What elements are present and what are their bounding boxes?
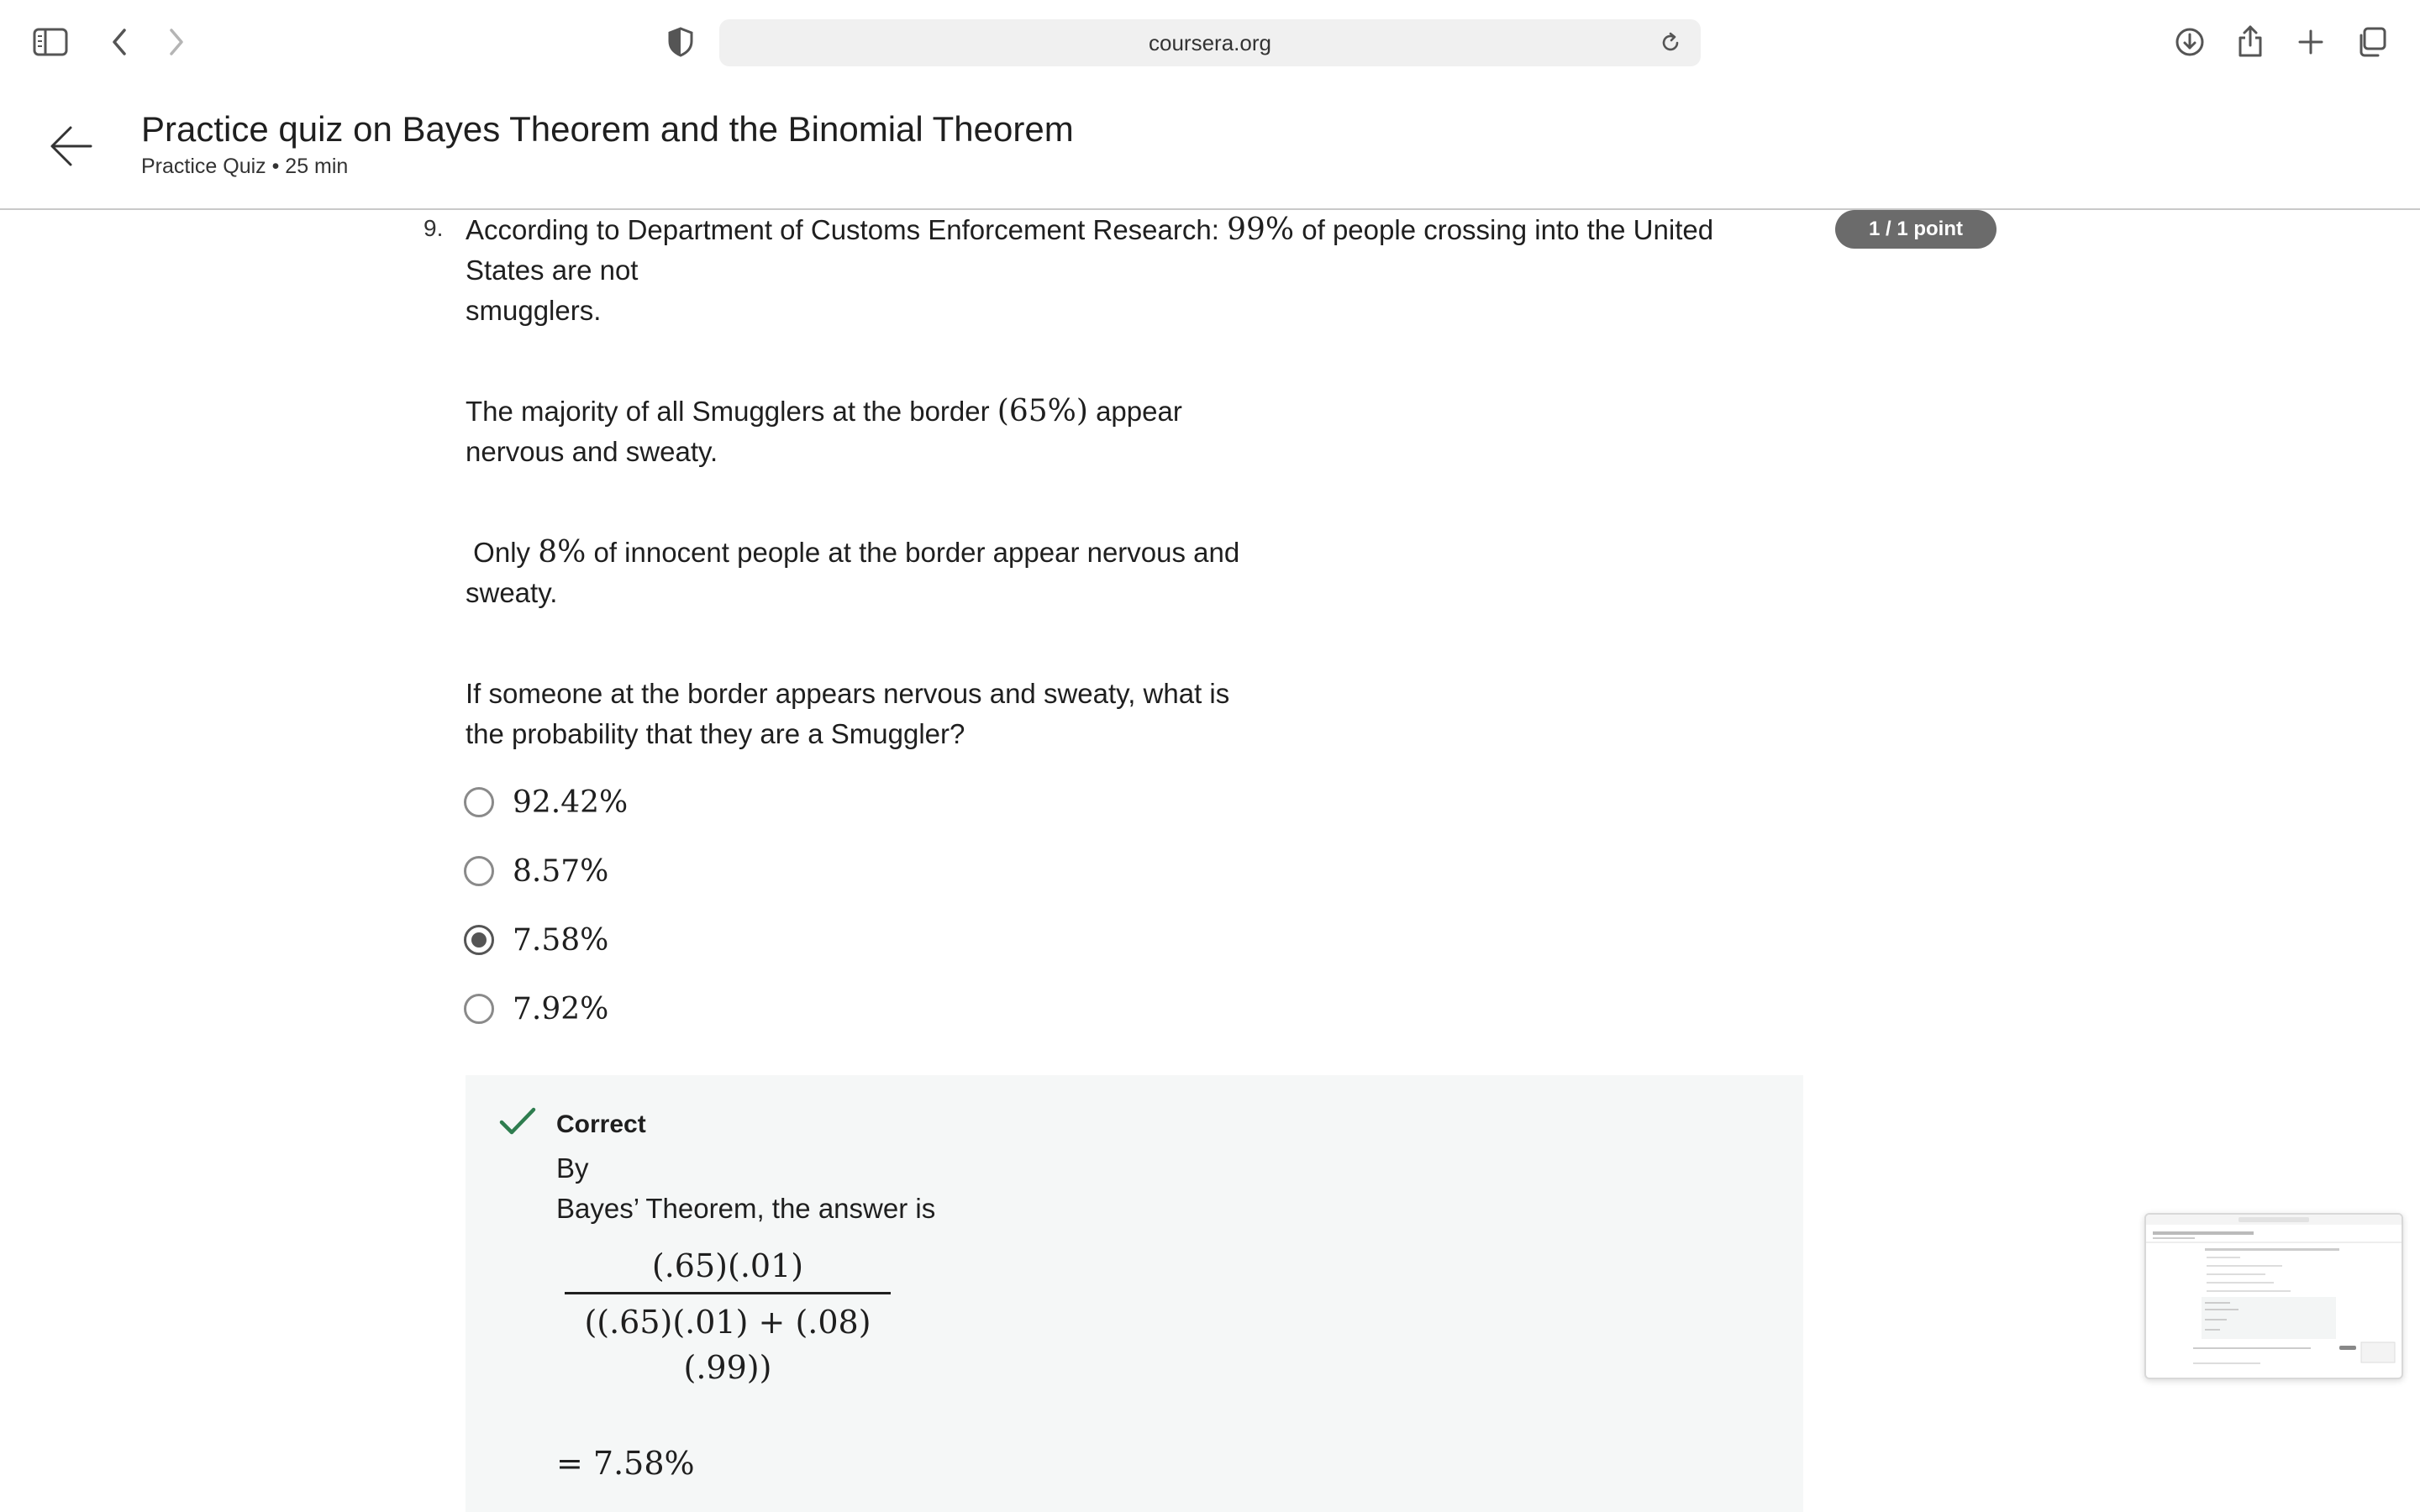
thumbnail-preview xyxy=(2146,1215,2402,1364)
paragraph-line: nervous and sweaty. xyxy=(466,436,718,467)
feedback-result: = 7.58% xyxy=(556,1445,695,1482)
downloads-button[interactable] xyxy=(2171,24,2208,60)
paragraph-line: If someone at the border appears nervous… xyxy=(466,678,1230,709)
option-label: 7.92% xyxy=(513,991,609,1026)
paragraph-line: the probability that they are a Smuggler… xyxy=(466,718,965,749)
address-bar[interactable]: coursera.org xyxy=(719,19,1701,66)
sidebar-toggle-button[interactable] xyxy=(30,24,71,60)
new-tab-button[interactable] xyxy=(2292,24,2329,60)
question-paragraph-2: The majority of all Smugglers at the bor… xyxy=(466,391,1182,472)
fraction-numerator: (.65)(.01) xyxy=(651,1247,804,1284)
radio-button[interactable] xyxy=(464,994,494,1024)
fraction-bar xyxy=(565,1292,891,1294)
feedback-panel: Correct By Bayes’ Theorem, the answer is… xyxy=(466,1075,1803,1512)
math-value: (65%) xyxy=(997,394,1088,428)
sidebar-icon xyxy=(33,28,68,56)
paragraph-line: Only 8% of innocent people at the border… xyxy=(466,533,1239,573)
page-title: Practice quiz on Bayes Theorem and the B… xyxy=(141,109,1074,149)
answer-option[interactable]: 7.58% xyxy=(464,921,608,959)
option-label: 92.42% xyxy=(513,785,629,820)
score-badge: 1 / 1 point xyxy=(1835,210,1996,249)
option-label: 8.57% xyxy=(513,853,609,889)
radio-button[interactable] xyxy=(464,856,494,886)
download-icon xyxy=(2175,28,2204,56)
window-thumbnail[interactable] xyxy=(2144,1213,2403,1379)
question-prompt: If someone at the border appears nervous… xyxy=(466,674,1229,754)
reload-icon[interactable] xyxy=(1659,31,1682,55)
quiz-content: 9. 1 / 1 point According to Department o… xyxy=(0,210,2420,1512)
text-span: of people crossing into the United xyxy=(1294,214,1714,245)
math-value: 8% xyxy=(538,535,587,570)
tab-overview-button[interactable] xyxy=(2353,24,2390,60)
course-header: Practice quiz on Bayes Theorem and the B… xyxy=(0,84,2420,210)
question-paragraph-1: According to Department of Customs Enfor… xyxy=(466,210,1743,331)
back-to-course-button[interactable] xyxy=(47,121,97,171)
url-text: coursera.org xyxy=(1149,30,1271,55)
feedback-status: Correct xyxy=(556,1110,646,1138)
plus-icon xyxy=(2298,29,2323,55)
text-span: Only xyxy=(466,537,539,568)
text-span: According to Department of Customs Enfor… xyxy=(466,214,1228,245)
answer-option[interactable]: 8.57% xyxy=(464,852,608,890)
text-span: of innocent people at the border appear … xyxy=(586,537,1240,568)
chevron-right-icon xyxy=(170,29,183,55)
answer-option[interactable]: 92.42% xyxy=(464,783,628,822)
paragraph-line: sweaty. xyxy=(466,577,558,608)
checkmark-icon xyxy=(499,1107,536,1135)
shield-icon xyxy=(668,27,693,57)
text-span: appear xyxy=(1087,396,1182,427)
paragraph-line: According to Department of Customs Enfor… xyxy=(466,210,1743,250)
chevron-left-icon xyxy=(113,29,126,55)
feedback-text: Bayes’ Theorem, the answer is xyxy=(556,1193,936,1224)
fraction: (.65)(.01) ((.65)(.01) + (.08)(.99)) xyxy=(565,1243,891,1386)
arrow-left-icon xyxy=(50,126,92,166)
paragraph-line: The majority of all Smugglers at the bor… xyxy=(466,391,1182,432)
page-subtitle: Practice Quiz • 25 min xyxy=(141,155,349,178)
share-button[interactable] xyxy=(2232,22,2269,60)
feedback-text: By xyxy=(556,1152,589,1184)
radio-button-selected[interactable] xyxy=(464,925,494,955)
option-label: 7.58% xyxy=(513,922,609,958)
share-icon xyxy=(2238,25,2262,57)
privacy-shield-button[interactable] xyxy=(662,24,699,60)
paragraph-line: smugglers. xyxy=(466,295,602,326)
question-number: 9. xyxy=(424,215,444,241)
text-span: The majority of all Smugglers at the bor… xyxy=(466,396,997,427)
question-paragraph-3: Only 8% of innocent people at the border… xyxy=(466,533,1239,613)
math-value: 99% xyxy=(1227,213,1295,247)
answer-option[interactable]: 7.92% xyxy=(464,990,608,1028)
forward-button[interactable] xyxy=(158,24,195,60)
paragraph-line: States are not xyxy=(466,255,639,286)
tabs-icon xyxy=(2360,27,2386,57)
browser-toolbar: coursera.org xyxy=(0,0,2420,84)
fraction-denominator: ((.65)(.01) + (.08)(.99)) xyxy=(584,1304,871,1386)
back-button[interactable] xyxy=(101,24,138,60)
radio-button[interactable] xyxy=(464,787,494,817)
